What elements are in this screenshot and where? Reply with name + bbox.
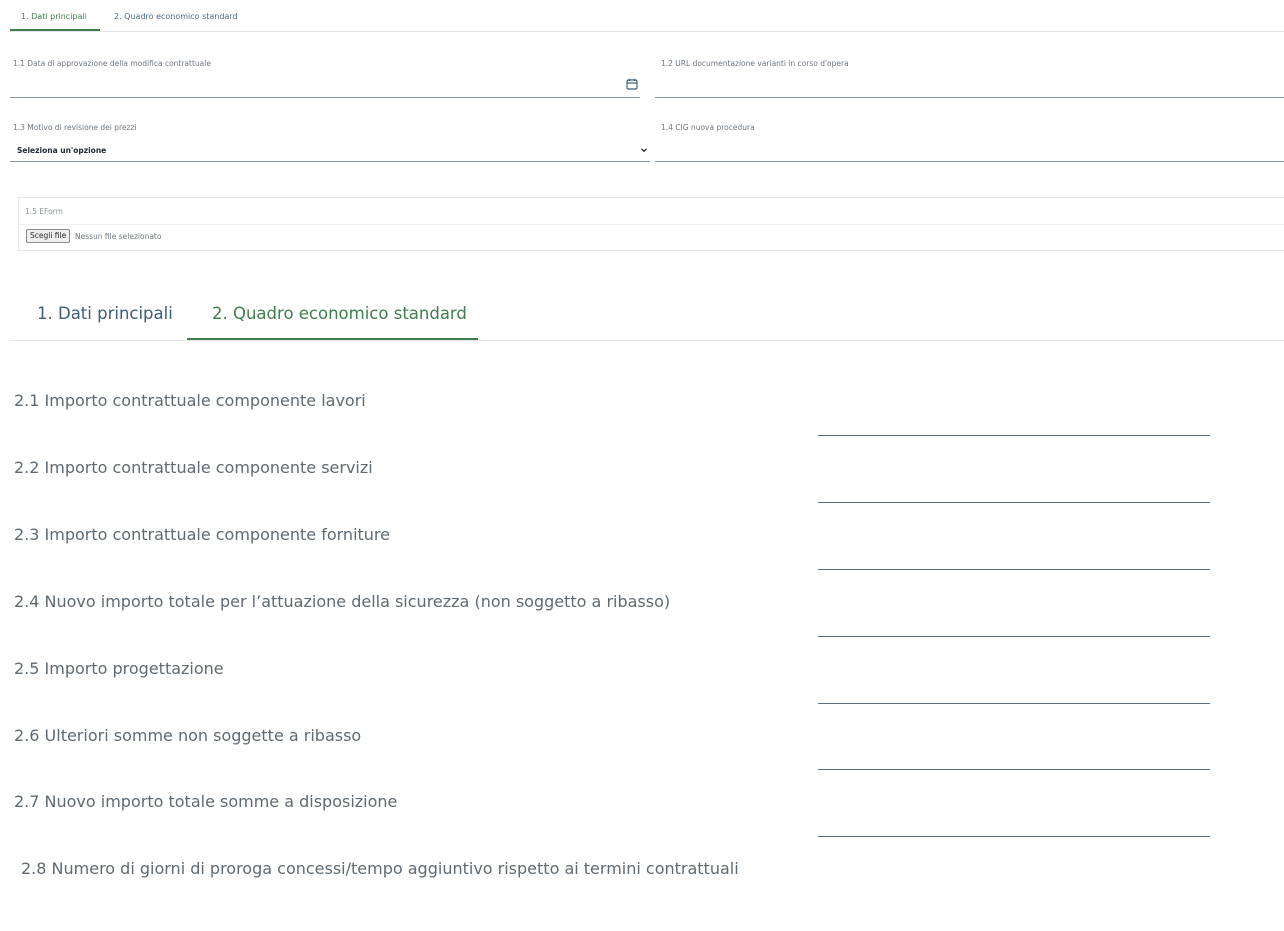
row-2-5-input[interactable] xyxy=(818,703,1210,704)
big-tab-quadro-economico[interactable]: 2. Quadro economico standard xyxy=(212,304,467,323)
row-2-8-input[interactable] xyxy=(818,880,1210,920)
field-1-1-label: 1.1 Data di approvazione della modifica … xyxy=(13,59,211,68)
row-2-2-label: 2.2 Importo contrattuale componente serv… xyxy=(14,458,373,477)
row-2-3-input[interactable] xyxy=(818,569,1210,570)
file-status-text: Nessun file selezionato xyxy=(75,232,162,241)
choose-file-button[interactable]: Scegli file xyxy=(26,229,71,243)
row-2-4-input[interactable] xyxy=(818,636,1210,637)
eform-label: 1.5 EForm xyxy=(25,207,63,216)
calendar-icon[interactable] xyxy=(626,78,638,90)
row-2-8-label: 2.8 Numero di giorni di proroga concessi… xyxy=(21,859,739,878)
field-1-3-underline xyxy=(10,161,650,162)
row-2-2-input[interactable] xyxy=(818,502,1210,503)
chevron-down-icon[interactable] xyxy=(640,146,648,154)
big-tab-dati-principali[interactable]: 1. Dati principali xyxy=(37,304,173,323)
row-2-6-input[interactable] xyxy=(818,769,1210,770)
cig-input[interactable] xyxy=(655,136,1284,162)
row-2-3-label: 2.3 Importo contrattuale componente forn… xyxy=(14,525,390,544)
row-2-5-label: 2.5 Importo progettazione xyxy=(14,659,224,678)
tab-dati-principali[interactable]: 1. Dati principali xyxy=(21,12,87,21)
field-1-3-label: 1.3 Motivo di revisione dei prezzi xyxy=(13,123,137,132)
row-2-1-input[interactable] xyxy=(818,435,1210,436)
eform-divider xyxy=(19,224,1284,225)
field-1-2-underline xyxy=(655,97,1284,98)
row-2-1-label: 2.1 Importo contrattuale componente lavo… xyxy=(14,391,366,410)
active-tab-indicator xyxy=(10,29,100,31)
big-tab-bar-divider xyxy=(10,340,1284,341)
field-1-2-label: 1.2 URL documentazione varianti in corso… xyxy=(661,59,849,68)
url-documentation-input[interactable] xyxy=(655,72,1284,98)
field-1-4-label: 1.4 CIG nuova procedura xyxy=(661,123,755,132)
top-tab-bar: 1. Dati principali 2. Quadro economico s… xyxy=(10,0,1284,32)
tab-quadro-economico[interactable]: 2. Quadro economico standard xyxy=(114,12,238,21)
row-2-7-label: 2.7 Nuovo importo totale somme a disposi… xyxy=(14,792,398,811)
row-2-4-label: 2.4 Nuovo importo totale per l’attuazion… xyxy=(14,592,671,611)
approval-date-input[interactable] xyxy=(10,72,640,98)
row-2-6-label: 2.6 Ulteriori somme non soggette a ribas… xyxy=(14,726,362,745)
field-1-1-underline xyxy=(10,97,640,98)
row-2-7-input[interactable] xyxy=(818,836,1210,837)
field-1-4-underline xyxy=(655,161,1284,162)
price-revision-select[interactable]: Seleziona un'opzione xyxy=(17,146,106,155)
